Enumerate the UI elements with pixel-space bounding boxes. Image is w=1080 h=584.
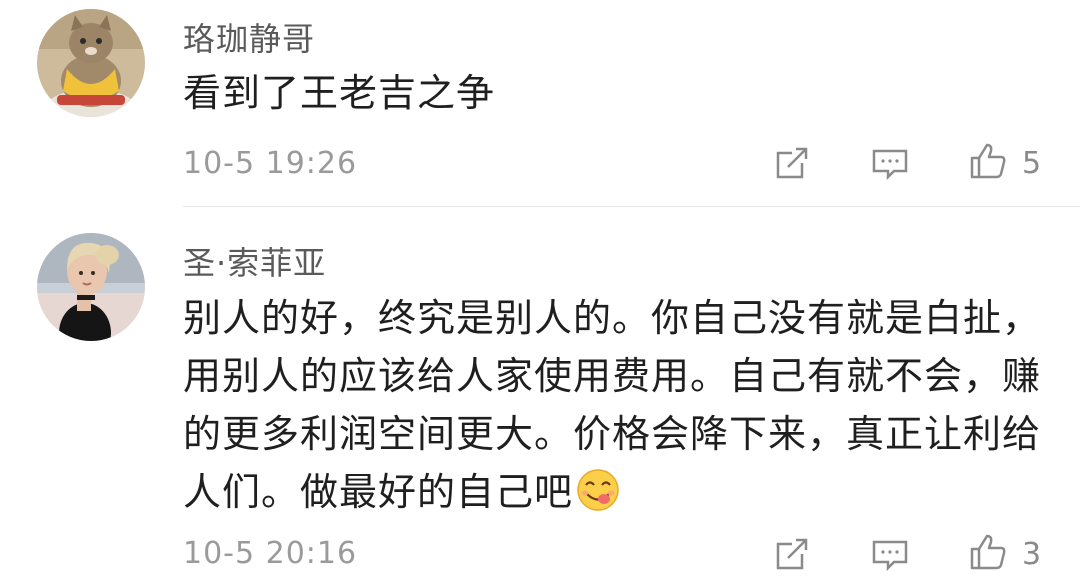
timestamp: 10-5 19:26 [183,146,358,181]
comment-item: 珞珈静哥 看到了王老吉之争 10-5 19:26 5 [0,0,1080,206]
share-icon[interactable] [772,534,812,574]
comment-item: 圣·索菲亚 别人的好，终究是别人的。你自己没有就是白扯，用别人的应该给人家使用费… [0,207,1080,584]
cat-avatar[interactable] [37,9,145,117]
woman-avatar[interactable] [37,233,145,341]
thumbs-up-icon[interactable] [968,532,1008,572]
comment-text: 别人的好，终究是别人的。你自己没有就是白扯，用别人的应该给人家使用费用。自己有就… [183,289,1053,521]
thumbs-up-icon[interactable] [968,141,1008,181]
comment-icon[interactable] [870,534,910,574]
username[interactable]: 圣·索菲亚 [183,238,326,284]
comment-icon[interactable] [870,143,910,183]
like-count: 5 [1022,146,1042,181]
like-count: 3 [1022,537,1042,572]
timestamp: 10-5 20:16 [183,536,358,571]
yummy-face-emoji [575,467,621,513]
share-icon[interactable] [772,143,812,183]
comment-text: 看到了王老吉之争 [183,71,496,115]
username[interactable]: 珞珈静哥 [183,14,315,60]
